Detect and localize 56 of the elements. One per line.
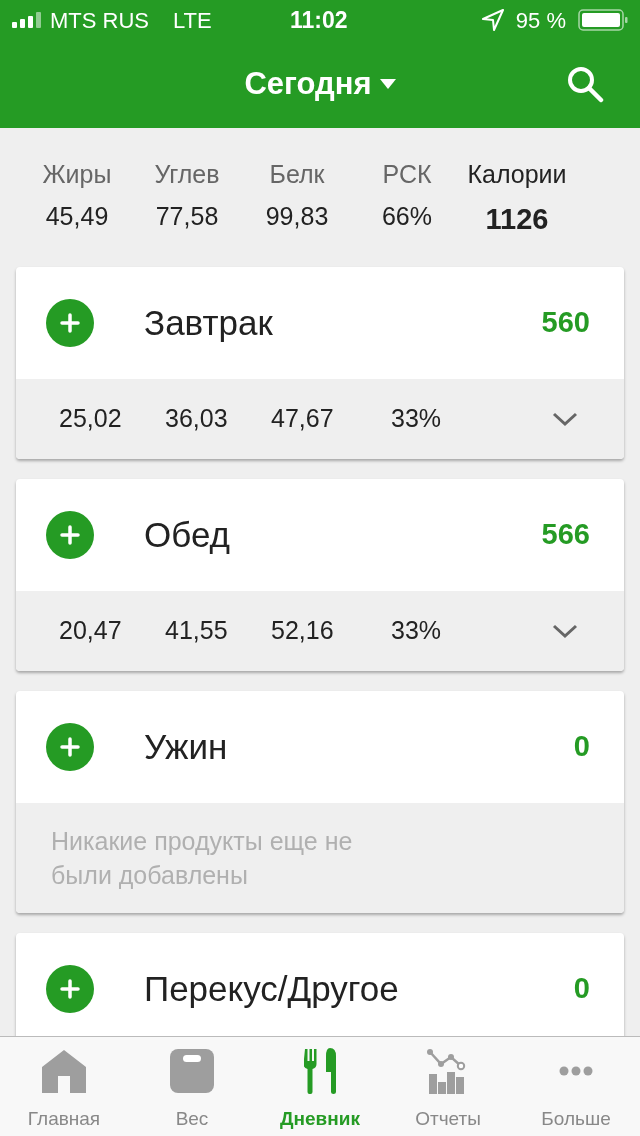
macro-value: 33% [390, 615, 443, 647]
clock-time: 11:02 [290, 5, 348, 35]
nutrient-value: 1126 [485, 201, 549, 237]
location-icon [481, 9, 504, 31]
tab-item[interactable]: Больше [512, 1037, 640, 1136]
meal-calories: 566 [541, 517, 590, 553]
add-button[interactable] [46, 511, 94, 559]
macro-value: 36,03 [165, 403, 229, 435]
tab-item[interactable]: Главная [0, 1037, 128, 1136]
meal-name: Обед [144, 513, 230, 556]
nutrient-label: Калории [467, 159, 567, 190]
nutrient-value: 77,58 [155, 200, 219, 232]
carrier-name: MTS RUS [50, 6, 149, 35]
empty-message: Никакие продукты еще не были добавлены [51, 826, 354, 891]
search-button[interactable] [566, 65, 604, 103]
nutrient-value: 99,83 [265, 200, 329, 232]
tab-item[interactable]: Отчеты [384, 1037, 512, 1136]
meal-name: Перекус/Другое [144, 967, 399, 1010]
macro-value: 33% [390, 403, 443, 435]
macro-value: 41,55 [165, 615, 229, 647]
macro-value: 20,47 [59, 615, 123, 647]
tab-item[interactable]: Дневник [256, 1037, 384, 1136]
nutrient-label: Жиры [42, 159, 112, 190]
scale-icon [170, 1048, 214, 1093]
nutrient-label: Углев [154, 159, 220, 190]
meal-calories: 560 [541, 305, 590, 341]
battery-icon [578, 9, 628, 31]
macro-value: 47,67 [271, 403, 335, 435]
nutrient-value: 45,49 [45, 200, 109, 232]
add-button[interactable] [46, 299, 94, 347]
network-type: LTE [173, 6, 212, 35]
nutrient-value: 66% [381, 200, 432, 232]
macro-value: 25,02 [59, 403, 123, 435]
add-button[interactable] [46, 723, 94, 771]
fork-knife-icon [304, 1047, 336, 1094]
chevron-down-icon[interactable] [552, 623, 578, 639]
add-button[interactable] [46, 965, 94, 1013]
caret-icon [379, 79, 396, 89]
home-icon [41, 1048, 87, 1093]
nutrient-label: Белк [269, 159, 325, 190]
plus-icon [60, 313, 80, 333]
date-dropdown[interactable]: Сегодня [244, 60, 396, 108]
meal-name: Ужин [144, 725, 228, 768]
nutrient-label: РСК [382, 159, 432, 190]
meal-calories: 0 [573, 971, 590, 1007]
chevron-down-icon[interactable] [552, 411, 578, 427]
meal-name: Завтрак [144, 301, 273, 344]
more-icon [559, 1065, 593, 1076]
plus-icon [60, 525, 80, 545]
battery-percent: 95 % [515, 6, 566, 35]
plus-icon [60, 737, 80, 757]
macro-value: 52,16 [271, 615, 335, 647]
tab-item[interactable]: Вес [128, 1037, 256, 1136]
meal-calories: 0 [573, 729, 590, 765]
plus-icon [60, 979, 80, 999]
search-icon [566, 65, 604, 103]
